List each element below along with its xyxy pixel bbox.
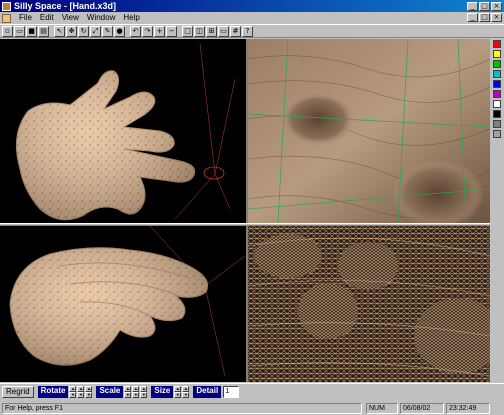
rotate-icon[interactable]: ↻ — [78, 25, 89, 37]
print-icon[interactable]: ▤ — [38, 25, 49, 37]
toolbar: ▫ ▭ ■ ▤ ↖ ✥ ↻ ⤢ ✎ ● ↶ ↷ + − □ ◫ ⊞ ▭ # ? — [0, 24, 504, 38]
rotate-label: Rotate — [37, 386, 69, 398]
status-num: NUM — [366, 403, 398, 414]
hand-render-side — [9, 226, 246, 377]
doc-minimize-button[interactable]: _ — [467, 13, 478, 22]
color-swatch[interactable] — [493, 50, 501, 58]
select-arrow-icon[interactable]: ↖ — [54, 25, 65, 37]
view-wide-icon[interactable]: ▭ — [218, 25, 229, 37]
zoom-in-icon[interactable]: + — [154, 25, 165, 37]
menu-window[interactable]: Window — [83, 12, 119, 24]
status-help-text: For Help, press F1 — [2, 403, 362, 414]
color-swatch[interactable] — [493, 40, 501, 48]
rotate-y-spinner[interactable]: ▲ ▼ — [77, 386, 85, 398]
color-swatch[interactable] — [493, 100, 501, 108]
redo-icon[interactable]: ↷ — [142, 25, 153, 37]
zoom-out-icon[interactable]: − — [166, 25, 177, 37]
color-palette — [491, 40, 503, 138]
close-button[interactable]: × — [491, 1, 502, 11]
scale-x-spinner[interactable]: ▲ ▼ — [124, 386, 132, 398]
view-single-icon[interactable]: □ — [182, 25, 193, 37]
scale-label: Scale — [96, 386, 124, 398]
status-date: 06/08/02 — [400, 403, 444, 414]
open-folder-icon[interactable]: ▭ — [14, 25, 25, 37]
undo-icon[interactable]: ↶ — [130, 25, 141, 37]
regrid-button[interactable]: Regrid — [2, 386, 34, 398]
document-icon[interactable] — [2, 13, 11, 23]
rotate-x-spinner[interactable]: ▲ ▼ — [69, 386, 77, 398]
scale-y-spinner[interactable]: ▲ ▼ — [132, 386, 140, 398]
save-icon[interactable]: ■ — [26, 25, 37, 37]
size-up-spinner[interactable]: ▲ ▼ — [174, 386, 182, 398]
size-label: Size — [151, 386, 174, 398]
rotate-z-spinner[interactable]: ▲ ▼ — [85, 386, 93, 398]
scale-icon[interactable]: ⤢ — [90, 25, 101, 37]
color-swatch[interactable] — [493, 110, 501, 118]
sphere-icon[interactable]: ● — [114, 25, 125, 37]
detail-select[interactable]: 1 — [223, 386, 240, 398]
move-icon[interactable]: ✥ — [66, 25, 77, 37]
control-bar: Regrid Rotate ▲ ▼ ▲ ▼ ▲ ▼ Scale ▲ ▼ ▲ ▼ ▲ ▼ Si… — [0, 383, 504, 400]
doc-close-button[interactable]: × — [491, 13, 502, 22]
menu-bar: File Edit View Window Help _ □ × — [0, 12, 504, 24]
color-swatch[interactable] — [493, 70, 501, 78]
color-swatch[interactable] — [493, 90, 501, 98]
title-bar: Silly Space - [Hand.x3d] _ □ × — [0, 0, 504, 12]
wireframe-mesh — [248, 226, 490, 382]
hand-render-palm — [15, 43, 236, 221]
view-quad-icon[interactable]: ⊞ — [206, 25, 217, 37]
new-file-icon[interactable]: ▫ — [2, 25, 13, 37]
menu-file[interactable]: File — [15, 12, 36, 24]
wireframe-icon[interactable]: # — [230, 25, 241, 37]
window-title: Silly Space - [Hand.x3d] — [14, 1, 117, 11]
view-split-icon[interactable]: ◫ — [194, 25, 205, 37]
help-icon[interactable]: ? — [242, 25, 253, 37]
status-time: 23:32:49 — [446, 403, 490, 414]
detail-label: Detail — [193, 386, 222, 398]
color-swatch[interactable] — [493, 120, 501, 128]
paint-icon[interactable]: ✎ — [102, 25, 113, 37]
size-down-spinner[interactable]: ▲ ▼ — [182, 386, 190, 398]
color-swatch[interactable] — [493, 60, 501, 68]
menu-help[interactable]: Help — [119, 12, 143, 24]
status-bar: For Help, press F1 NUM 06/08/02 23:32:49 — [0, 402, 504, 415]
viewport-top-right[interactable] — [248, 39, 490, 223]
texture-closeup — [248, 39, 490, 223]
minimize-button[interactable]: _ — [467, 1, 478, 11]
doc-restore-button[interactable]: □ — [479, 13, 490, 22]
viewport-top-left[interactable] — [0, 39, 246, 223]
color-swatch[interactable] — [493, 130, 501, 138]
menu-edit[interactable]: Edit — [36, 12, 58, 24]
menu-view[interactable]: View — [58, 12, 83, 24]
maximize-button[interactable]: □ — [479, 1, 490, 11]
scale-z-spinner[interactable]: ▲ ▼ — [140, 386, 148, 398]
viewport-bottom-right[interactable] — [248, 226, 490, 382]
color-swatch[interactable] — [493, 80, 501, 88]
app-icon[interactable] — [2, 1, 11, 11]
viewport-bottom-left[interactable] — [0, 226, 246, 382]
